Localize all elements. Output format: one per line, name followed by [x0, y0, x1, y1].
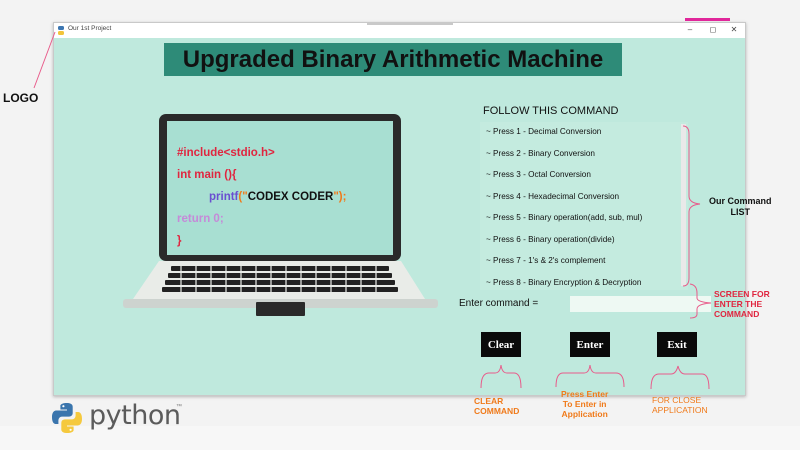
logo-annotation: LOGO — [3, 91, 39, 105]
input-brace — [689, 283, 712, 319]
enter-annotation: Press Enter To Enter in Application — [561, 389, 608, 420]
command-list-annotation-line-1: Our Command — [709, 196, 772, 206]
python-snake-icon — [52, 403, 82, 433]
enter-annotation-line-3: Application — [561, 409, 608, 420]
clear-annotation: CLEAR COMMAND — [474, 396, 519, 416]
input-annotation-line-1: SCREEN FOR — [714, 289, 770, 299]
input-annotation: SCREEN FOR ENTER THE COMMAND — [714, 289, 770, 320]
clear-annotation-line-2: COMMAND — [474, 406, 520, 417]
input-annotation-line-3: COMMAND — [714, 309, 760, 320]
input-annotation-line-2: ENTER THE — [714, 299, 763, 310]
exit-annotation: FOR CLOSE APPLICATION — [652, 395, 708, 415]
python-wordmark: python — [89, 400, 181, 431]
annotation-lines — [33, 31, 712, 390]
clear-brace — [480, 364, 522, 389]
command-list-brace — [682, 125, 701, 287]
clear-annotation-line-1: CLEAR — [474, 396, 504, 406]
command-list-annotation-line-2: LIST — [730, 206, 751, 217]
enter-annotation-line-2: To Enter in — [562, 399, 607, 410]
command-list-annotation: Our Command LIST — [709, 196, 772, 218]
exit-annotation-line-2: APPLICATION — [652, 405, 708, 416]
logo-pointer-line — [33, 31, 56, 89]
enter-brace — [555, 364, 625, 388]
exit-annotation-line-1: FOR CLOSE — [652, 395, 702, 405]
python-trademark: ™ — [176, 404, 182, 410]
enter-annotation-line-1: Press Enter — [561, 389, 609, 399]
exit-brace — [650, 365, 710, 390]
